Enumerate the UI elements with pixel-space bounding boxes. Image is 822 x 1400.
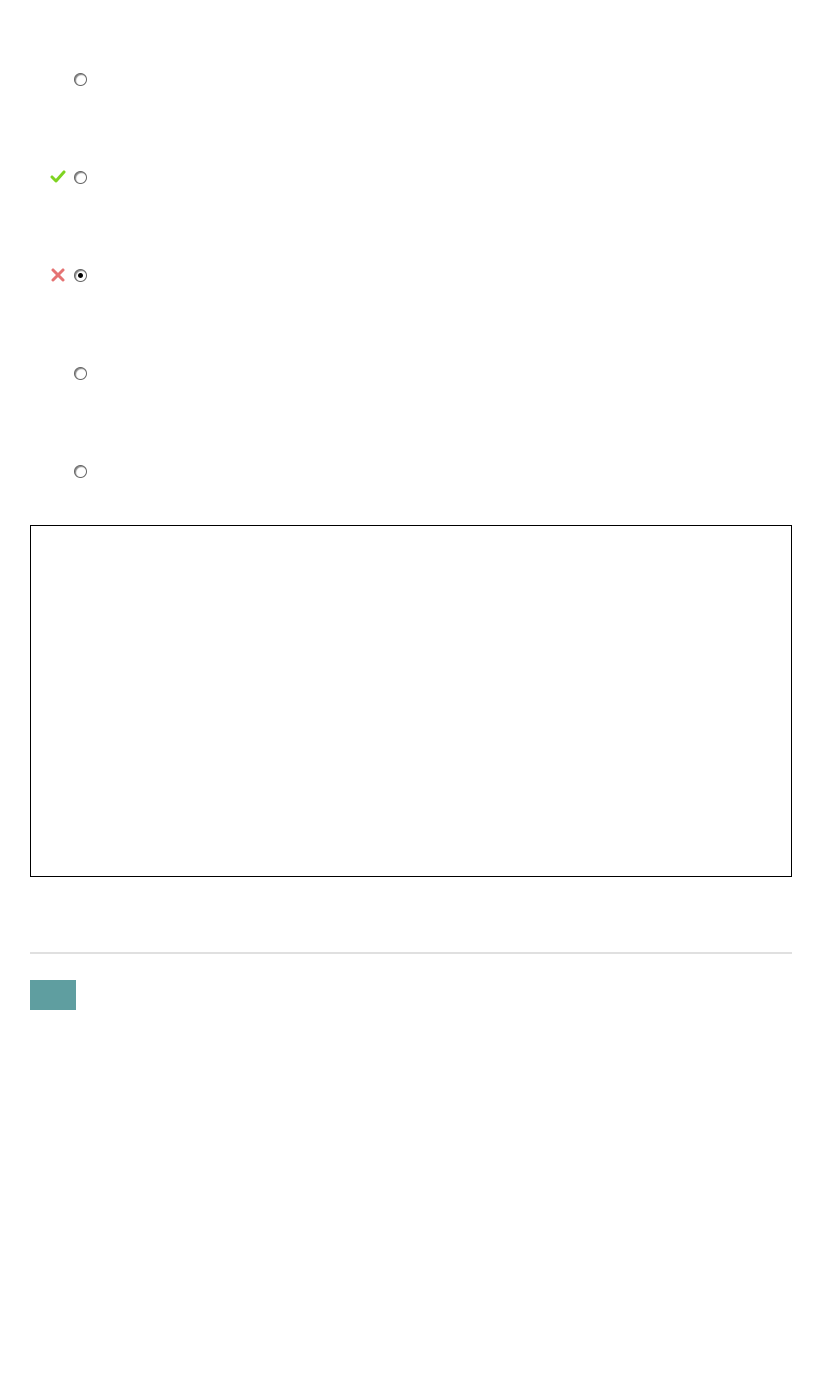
submit-button[interactable] [30,980,76,1010]
status-spacer [50,71,66,87]
status-spacer [50,463,66,479]
status-spacer [50,365,66,381]
radio-row [30,30,792,128]
radio-row [30,128,792,226]
radio-option-5[interactable] [74,465,87,478]
radio-option-2[interactable] [74,171,87,184]
radio-row [30,226,792,324]
radio-option-1[interactable] [74,73,87,86]
radio-option-3[interactable] [74,269,87,282]
section-divider [30,952,792,954]
radio-option-4[interactable] [74,367,87,380]
answer-textarea[interactable] [30,525,792,877]
radio-row [30,422,792,520]
check-icon [50,169,66,185]
cross-icon [50,267,66,283]
radio-row [30,324,792,422]
radio-option-group [30,30,792,520]
